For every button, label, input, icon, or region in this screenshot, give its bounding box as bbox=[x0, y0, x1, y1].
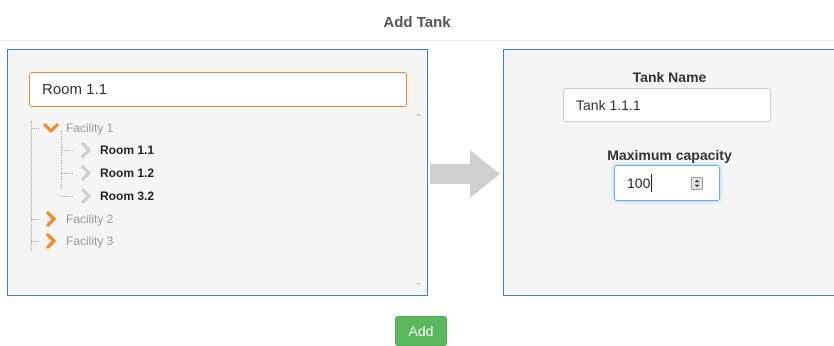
text-cursor bbox=[651, 174, 652, 192]
tree-scrollbar[interactable]: ⌃ ⌄ bbox=[410, 111, 427, 293]
room-label: Room 1.2 bbox=[100, 166, 155, 180]
room-label: Room 1.1 bbox=[100, 143, 155, 157]
page-title: Add Tank bbox=[383, 14, 451, 31]
tree-node-room-1-2[interactable]: Room 1.2 bbox=[61, 163, 154, 183]
scroll-down-icon[interactable]: ⌄ bbox=[410, 277, 427, 289]
chevron-right-icon bbox=[81, 142, 91, 158]
add-button[interactable]: Add bbox=[395, 316, 447, 346]
number-spinner-icon[interactable] bbox=[691, 177, 703, 190]
facility-label: Facility 1 bbox=[66, 121, 114, 135]
tree-node-room-3-2[interactable]: Room 3.2 bbox=[61, 186, 154, 206]
tank-name-label: Tank Name bbox=[632, 69, 707, 85]
tank-name-input[interactable] bbox=[563, 88, 771, 122]
arrow-right-icon bbox=[430, 150, 500, 198]
capacity-input[interactable]: 100 bbox=[614, 165, 720, 201]
tree-node-facility-1[interactable]: Facility 1 bbox=[31, 118, 113, 138]
facility-tree: Facility 1 Room 1.1 Room 1.2 Room 3.2 Fa… bbox=[29, 111, 427, 293]
chevron-right-icon bbox=[81, 165, 91, 181]
tree-node-room-1-1[interactable]: Room 1.1 bbox=[61, 140, 154, 160]
chevron-right-icon[interactable] bbox=[43, 211, 59, 227]
chevron-right-icon[interactable] bbox=[43, 233, 59, 249]
divider bbox=[0, 40, 834, 41]
tree-node-facility-2[interactable]: Facility 2 bbox=[31, 209, 113, 229]
tank-form-panel: Tank Name Maximum capacity 100 bbox=[503, 49, 834, 296]
facility-label: Facility 3 bbox=[66, 234, 114, 248]
scroll-up-icon[interactable]: ⌃ bbox=[410, 113, 427, 125]
room-selector-panel: Facility 1 Room 1.1 Room 1.2 Room 3.2 bbox=[7, 49, 428, 296]
capacity-value: 100 bbox=[627, 175, 651, 191]
room-search-input[interactable] bbox=[29, 72, 407, 107]
facility-label: Facility 2 bbox=[66, 212, 114, 226]
chevron-right-icon bbox=[81, 188, 91, 204]
chevron-down-icon[interactable] bbox=[43, 120, 59, 136]
capacity-label: Maximum capacity bbox=[607, 147, 732, 163]
tree-node-facility-3[interactable]: Facility 3 bbox=[31, 231, 113, 251]
room-label: Room 3.2 bbox=[100, 189, 155, 203]
